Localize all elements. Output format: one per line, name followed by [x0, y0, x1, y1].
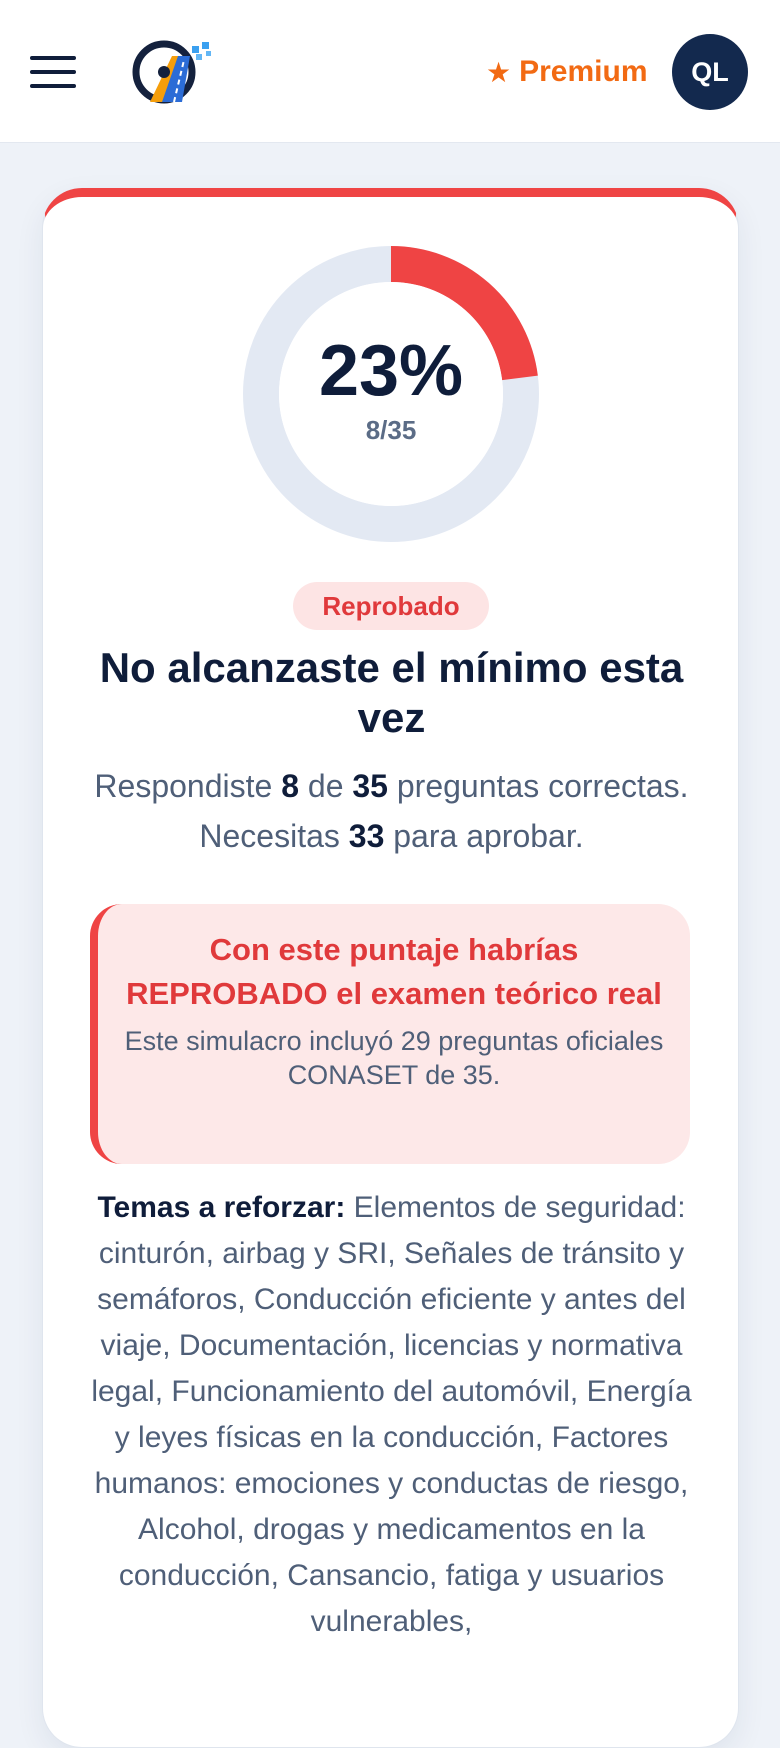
hamburger-menu-icon[interactable] [30, 56, 76, 88]
avatar[interactable]: QL [672, 34, 748, 110]
premium-link[interactable]: ★ Premium [486, 52, 648, 92]
premium-label: Premium [519, 55, 648, 88]
result-card: 23% 8/35 Reprobado No alcanzaste el míni… [42, 188, 739, 1748]
score-ring: 23% 8/35 [243, 246, 539, 542]
correct-count: 8 [281, 768, 299, 804]
required-count: 33 [348, 818, 385, 854]
star-icon: ★ [486, 56, 512, 88]
topics-text: Elementos de seguridad: cinturón, airbag… [91, 1191, 692, 1638]
score-percent: 23% [318, 330, 464, 411]
total-count: 35 [352, 768, 388, 804]
result-summary: Respondiste 8 de 35 preguntas correctas.… [94, 768, 689, 854]
score-fraction: 8/35 [365, 414, 417, 445]
status-badge: Reprobado [293, 582, 489, 630]
topics-to-reinforce: Temas a reforzar: Elementos de seguridad… [83, 1185, 700, 1645]
app-logo[interactable] [130, 36, 216, 108]
top-header: ★ Premium QL [0, 0, 780, 143]
fail-alert: Con este puntaje habrías REPROBADO el ex… [90, 904, 690, 1164]
alert-subtitle: Este simulacro incluyó 29 preguntas ofic… [124, 1026, 664, 1090]
result-title: No alcanzaste el mínimo esta vez [99, 644, 684, 741]
topics-label: Temas a reforzar: [97, 1191, 346, 1224]
alert-title: Con este puntaje habrías REPROBADO el ex… [126, 932, 662, 1011]
